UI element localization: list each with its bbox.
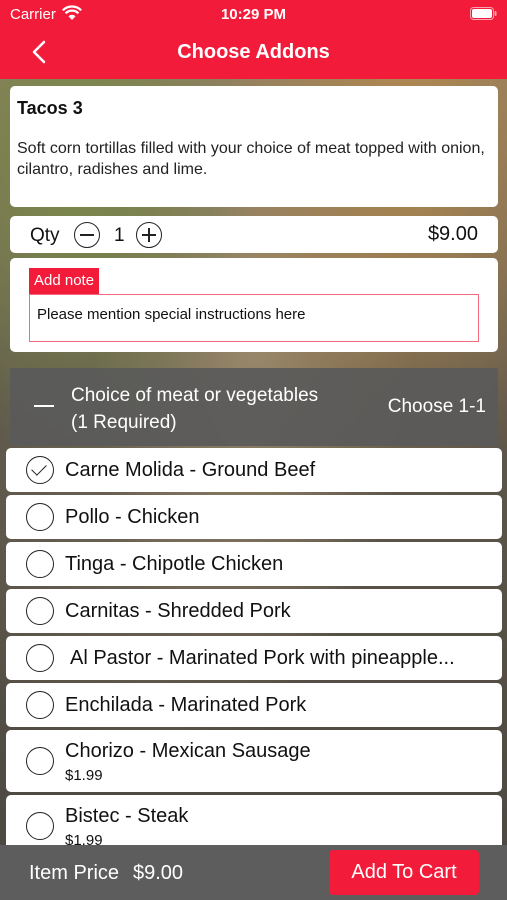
addon-group-name: Choice of meat or vegetables	[71, 385, 319, 406]
addon-option[interactable]: Carnitas - Shredded Pork	[6, 589, 502, 633]
item-name: Tacos 3	[17, 98, 83, 118]
addon-option[interactable]: Enchilada - Marinated Pork	[6, 683, 502, 727]
radio-icon[interactable]	[26, 550, 54, 578]
decrease-quantity-button[interactable]	[74, 222, 100, 248]
addon-option[interactable]: Carne Molida - Ground Beef	[6, 448, 502, 492]
collapse-icon[interactable]	[34, 405, 54, 407]
quantity-value: 1	[114, 225, 125, 246]
item-price-total: $9.00	[133, 862, 184, 884]
add-to-cart-button[interactable]: Add To Cart	[329, 850, 479, 895]
addon-option-label: Carnitas - Shredded Pork	[65, 600, 291, 622]
radio-icon[interactable]	[26, 503, 54, 531]
addon-option-label: Tinga - Chipotle Chicken	[65, 553, 284, 575]
checkout-bar: Item Price $9.00 Add To Cart	[0, 845, 507, 900]
quantity-label: Qty	[30, 225, 60, 246]
addon-option-label: Enchilada - Marinated Pork	[65, 694, 307, 716]
addon-option-label: Bistec - Steak	[65, 805, 189, 827]
addon-group-requirement: (1 Required)	[71, 412, 177, 433]
addon-option-price: $1.99	[65, 767, 103, 784]
addon-option[interactable]: Tinga - Chipotle Chicken	[6, 542, 502, 586]
radio-icon[interactable]	[26, 597, 54, 625]
addon-option-label: Carne Molida - Ground Beef	[65, 459, 316, 481]
add-note-label: Add note	[29, 268, 100, 294]
addon-group-header[interactable]: Choice of meat or vegetables (1 Required…	[10, 368, 498, 446]
radio-icon[interactable]	[26, 812, 54, 840]
item-description: Soft corn tortillas filled with your cho…	[17, 140, 485, 178]
addon-group-rule: Choose 1-1	[387, 396, 486, 417]
radio-icon[interactable]	[26, 691, 54, 719]
item-unit-price: $9.00	[427, 223, 478, 245]
checked-radio-icon[interactable]	[26, 456, 54, 484]
item-price-label: Item Price	[29, 862, 120, 884]
addon-option[interactable]: Chorizo - Mexican Sausage $1.99	[6, 730, 502, 792]
addon-option[interactable]: Pollo - Chicken	[6, 495, 502, 539]
quantity-card: Qty 1 $9.00	[10, 216, 498, 253]
addon-option-label: Chorizo - Mexican Sausage	[65, 740, 311, 762]
increase-quantity-button[interactable]	[136, 222, 162, 248]
status-bar: Carrier 10:29 PM	[0, 0, 507, 28]
battery-icon	[470, 7, 497, 20]
radio-icon[interactable]	[26, 644, 54, 672]
note-card: Add note Please mention special instruct…	[10, 258, 498, 352]
radio-icon[interactable]	[26, 747, 54, 775]
status-time: 10:29 PM	[220, 6, 287, 23]
item-description-card: Tacos 3 Soft corn tortillas filled with …	[10, 86, 498, 207]
addon-option[interactable]: Al Pastor - Marinated Pork with pineappl…	[6, 636, 502, 680]
addon-group-title: Choice of meat or vegetables (1 Required…	[71, 382, 318, 436]
page-title: Choose Addons	[177, 41, 330, 63]
addon-option-label: Pollo - Chicken	[65, 506, 200, 528]
app-header: Carrier 10:29 PM Choose Addons	[0, 0, 507, 79]
addon-option-label: Al Pastor - Marinated Pork with pineappl…	[70, 647, 455, 669]
special-instructions-input[interactable]: Please mention special instructions here	[29, 294, 479, 342]
